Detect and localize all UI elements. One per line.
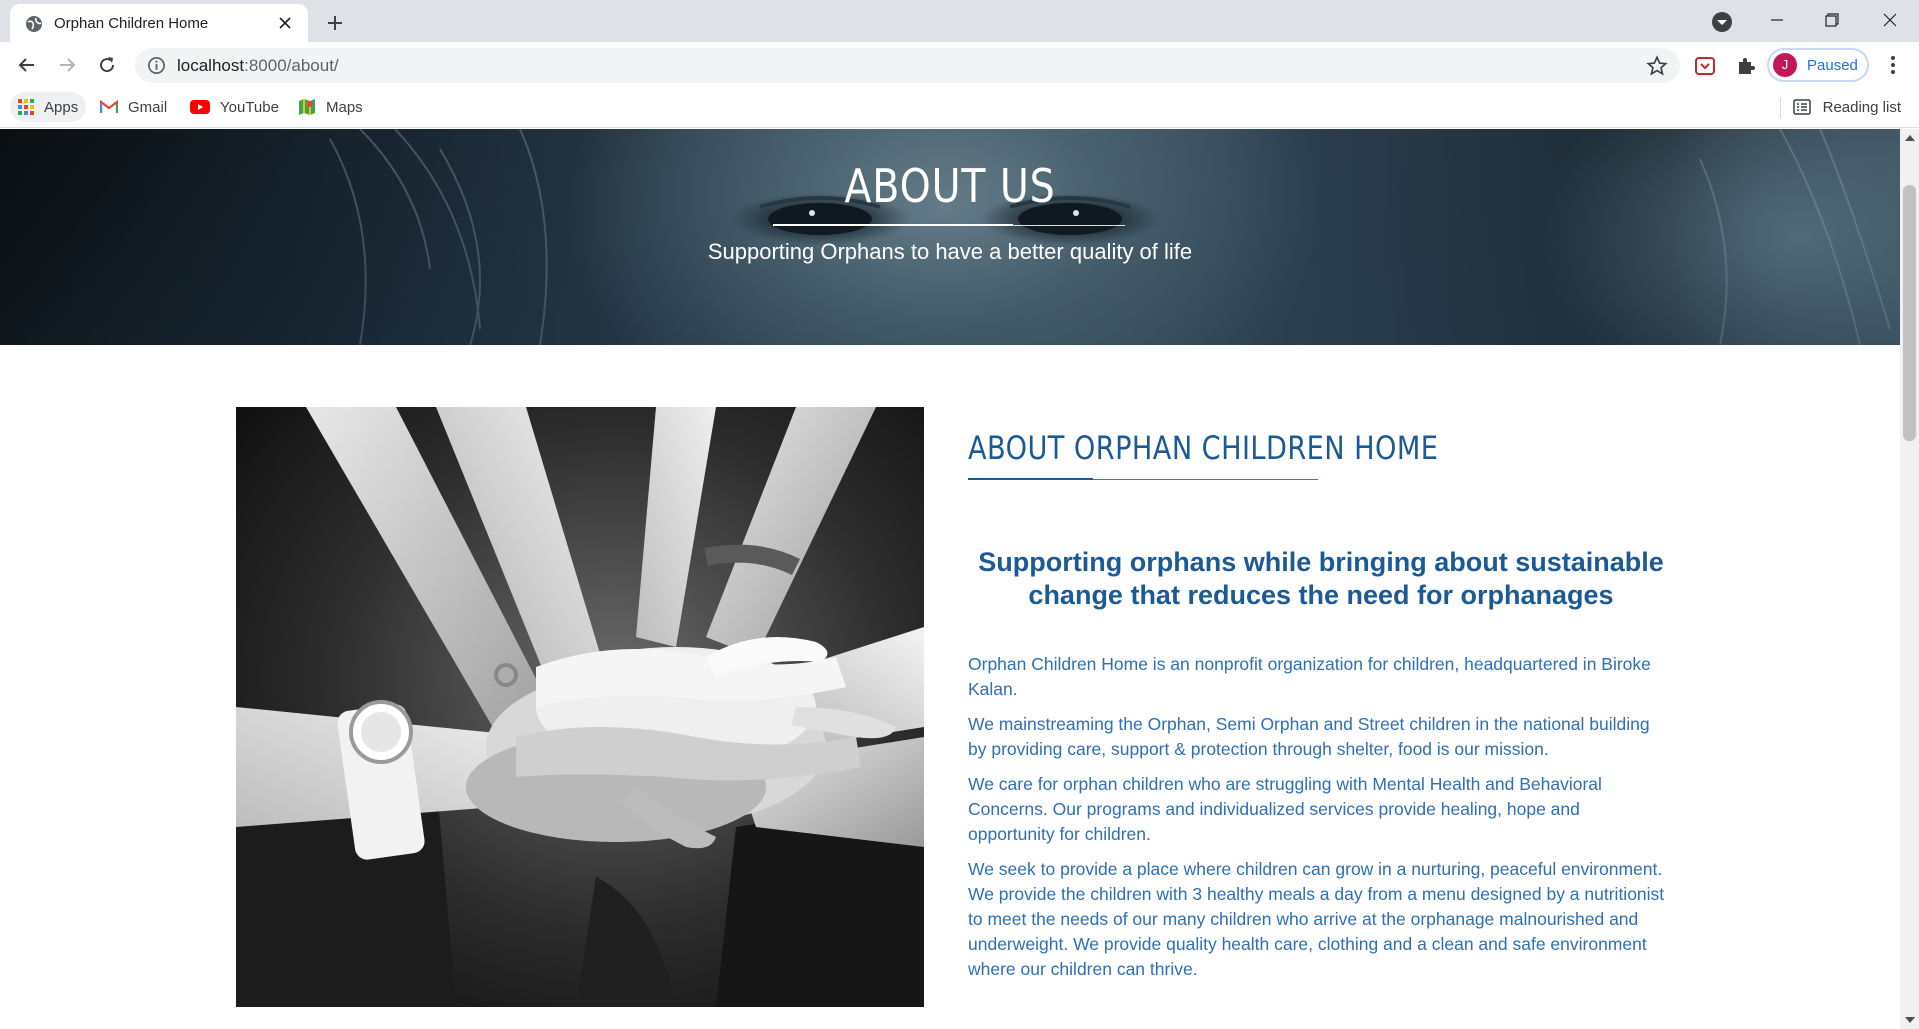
restore-icon[interactable] [1812, 6, 1852, 34]
bookmark-label: Apps [44, 98, 79, 116]
info-icon[interactable] [147, 56, 166, 75]
hero-divider-accent [773, 224, 1013, 226]
bookmark-label: Gmail [128, 98, 168, 116]
hero-title: ABOUT US [844, 159, 1056, 213]
bookmark-apps[interactable]: Apps [10, 92, 87, 122]
close-tab-icon[interactable] [274, 12, 296, 34]
globe-icon [26, 16, 42, 32]
about-paragraph: Orphan Children Home is an nonprofit org… [968, 654, 1651, 699]
about-paragraph: We seek to provide a place where childre… [968, 859, 1665, 979]
forward-arrow-icon[interactable] [52, 50, 82, 80]
tab-title: Orphan Children Home [54, 15, 209, 32]
scroll-up-arrow-icon[interactable] [1905, 135, 1915, 141]
close-window-icon[interactable] [1870, 6, 1910, 34]
bookmark-youtube[interactable]: YouTube [190, 92, 279, 122]
tab-search-icon[interactable] [1710, 10, 1734, 34]
reload-icon[interactable] [92, 50, 122, 80]
stacked-hands-photo [236, 407, 924, 1007]
scroll-down-arrow-icon[interactable] [1905, 1017, 1915, 1023]
minimize-icon[interactable] [1757, 6, 1797, 34]
reading-list-button[interactable]: Reading list [1792, 92, 1901, 122]
address-bar[interactable]: localhost:8000/about/ [135, 48, 1680, 83]
about-heading-divider [968, 478, 1318, 480]
bookmark-label: Maps [326, 98, 363, 116]
page-viewport: ABOUT US Supporting Orphans to have a be… [0, 129, 1900, 1029]
avatar: J [1773, 53, 1797, 77]
about-section: ABOUT ORPHAN CHILDREN HOME Supporting or… [968, 429, 1668, 982]
browser-tab[interactable]: Orphan Children Home [10, 4, 308, 42]
bookmark-star-icon[interactable] [1646, 55, 1668, 77]
profile-button[interactable]: J Paused [1767, 48, 1869, 82]
about-paragraph: We care for orphan children who are stru… [968, 774, 1602, 844]
profile-status: Paused [1807, 57, 1858, 74]
bookmarks-divider [1780, 98, 1781, 118]
page-scrollbar[interactable] [1900, 129, 1919, 1029]
youtube-icon [190, 100, 210, 114]
about-heading: ABOUT ORPHAN CHILDREN HOME [968, 429, 1439, 467]
bookmark-label: YouTube [220, 98, 279, 116]
scroll-thumb[interactable] [1903, 185, 1916, 441]
hero-banner: ABOUT US Supporting Orphans to have a be… [0, 129, 1900, 345]
reading-list-label: Reading list [1822, 98, 1901, 116]
tab-strip: Orphan Children Home [0, 0, 1919, 42]
url-text: localhost:8000/about/ [177, 56, 339, 76]
new-tab-icon[interactable] [322, 10, 348, 36]
apps-grid-icon [18, 99, 34, 115]
about-paragraph: We mainstreaming the Orphan, Semi Orphan… [968, 714, 1650, 759]
reading-list-icon [1792, 99, 1811, 115]
kebab-menu-icon[interactable] [1883, 55, 1903, 75]
maps-icon [299, 99, 315, 115]
bookmark-gmail[interactable]: Gmail [100, 92, 167, 122]
back-arrow-icon[interactable] [12, 50, 42, 80]
url-path: :8000/about/ [244, 56, 339, 75]
url-host: localhost [177, 56, 245, 75]
pocket-extension-icon[interactable] [1693, 54, 1717, 78]
about-tagline: Supporting orphans while bringing about … [978, 547, 1664, 610]
hero-subtitle: Supporting Orphans to have a better qual… [707, 239, 1193, 264]
browser-toolbar: localhost:8000/about/ J Paused [0, 42, 1919, 86]
hands-image [236, 407, 924, 1007]
bookmarks-bar: Apps Gmail YouTube Maps Reading list [0, 86, 1919, 128]
extensions-puzzle-icon[interactable] [1734, 54, 1758, 78]
gmail-icon [100, 100, 118, 113]
bookmark-maps[interactable]: Maps [298, 92, 363, 122]
